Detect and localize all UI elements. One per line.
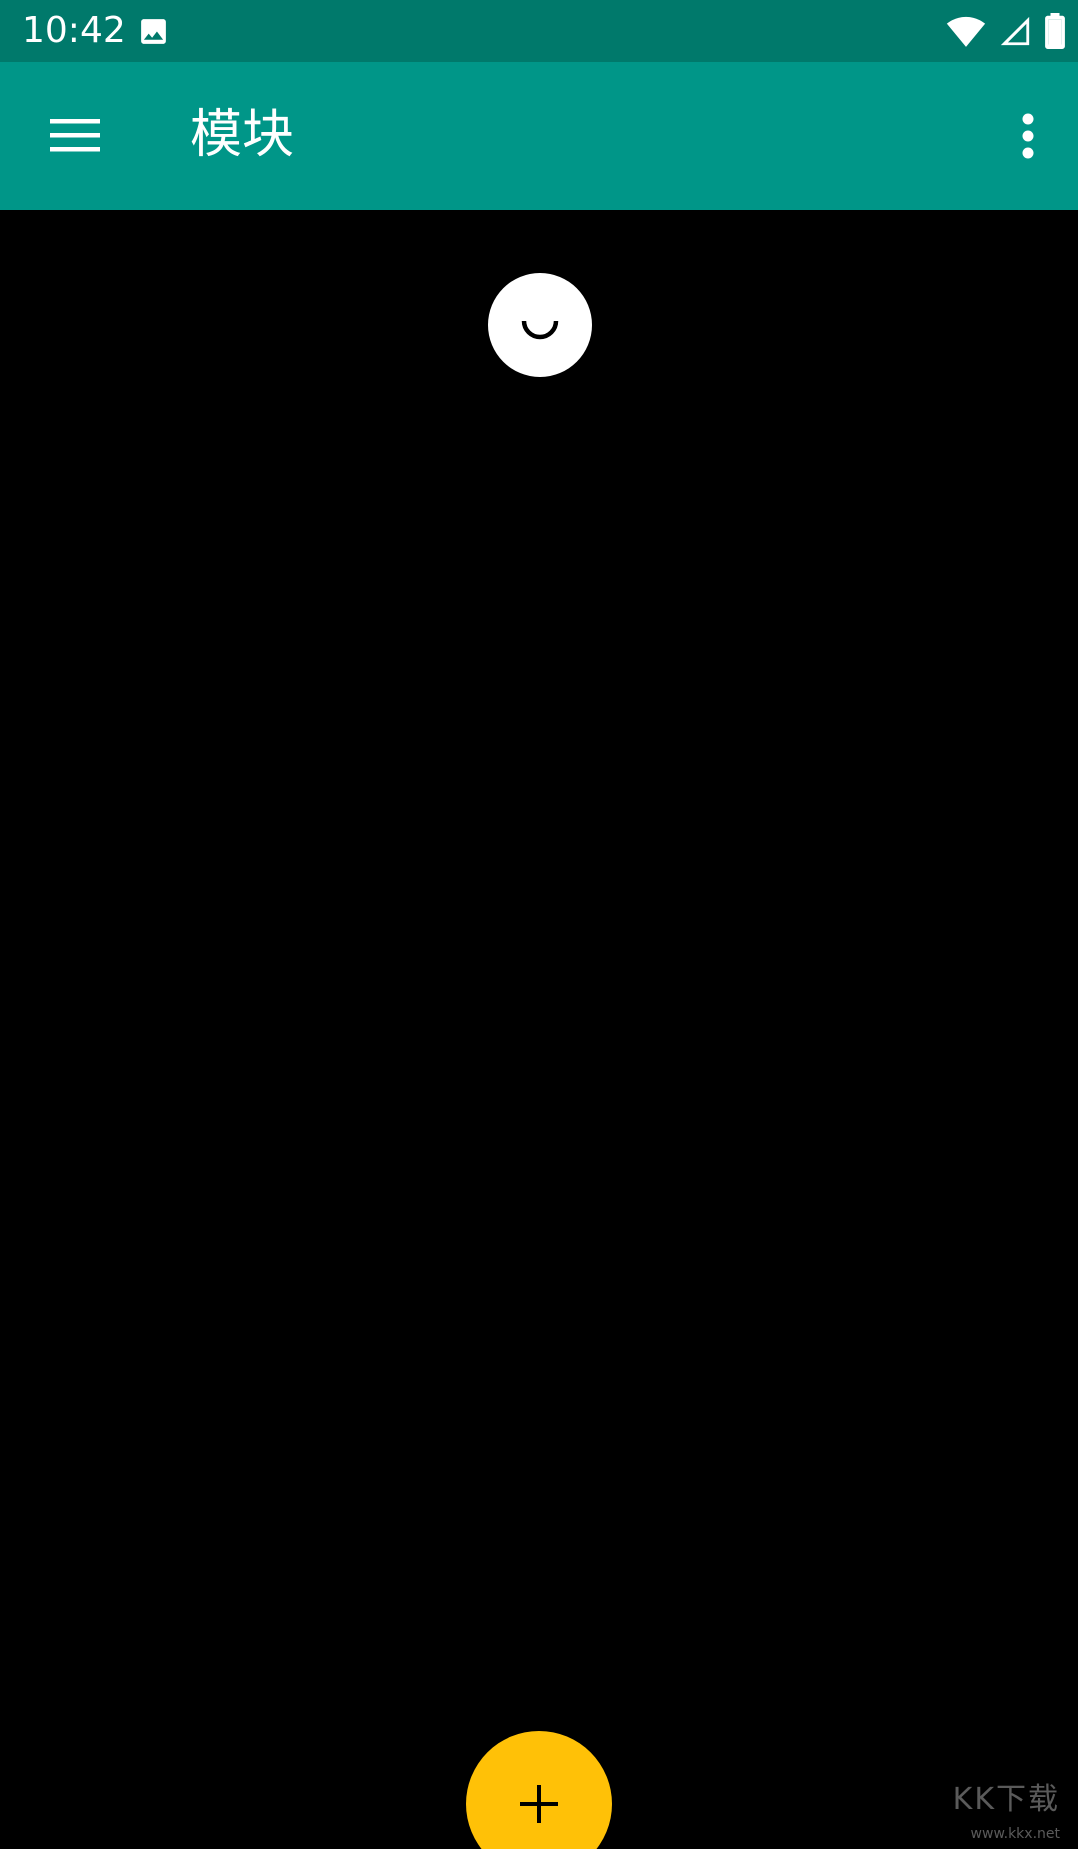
add-icon (520, 1785, 558, 1823)
watermark-url: www.kkx.net (970, 1826, 1060, 1842)
more-vert-icon (1022, 113, 1034, 159)
page-title: 模块 (190, 105, 295, 165)
module-list[interactable] (0, 210, 1078, 1849)
refresh-indicator (488, 273, 592, 377)
watermark-logo: KK下载 (952, 1782, 1060, 1817)
app-bar: 模块 (0, 62, 1078, 210)
cell-signal-icon (1000, 16, 1030, 46)
status-time: 10:42 (22, 10, 126, 51)
overflow-menu-button[interactable] (998, 96, 1058, 176)
status-bar: 10:42 (0, 0, 1078, 62)
image-icon (141, 19, 166, 44)
battery-icon (1045, 13, 1065, 49)
watermark: KK下载 www.kkx.net (950, 1783, 1060, 1843)
screen: 10:42 模块 KK下载 www.kkx.net (0, 0, 1078, 1849)
menu-button[interactable] (30, 90, 120, 180)
wifi-icon (946, 16, 986, 47)
menu-icon (50, 119, 100, 152)
refresh-icon (521, 320, 559, 340)
status-icons (934, 12, 1066, 50)
